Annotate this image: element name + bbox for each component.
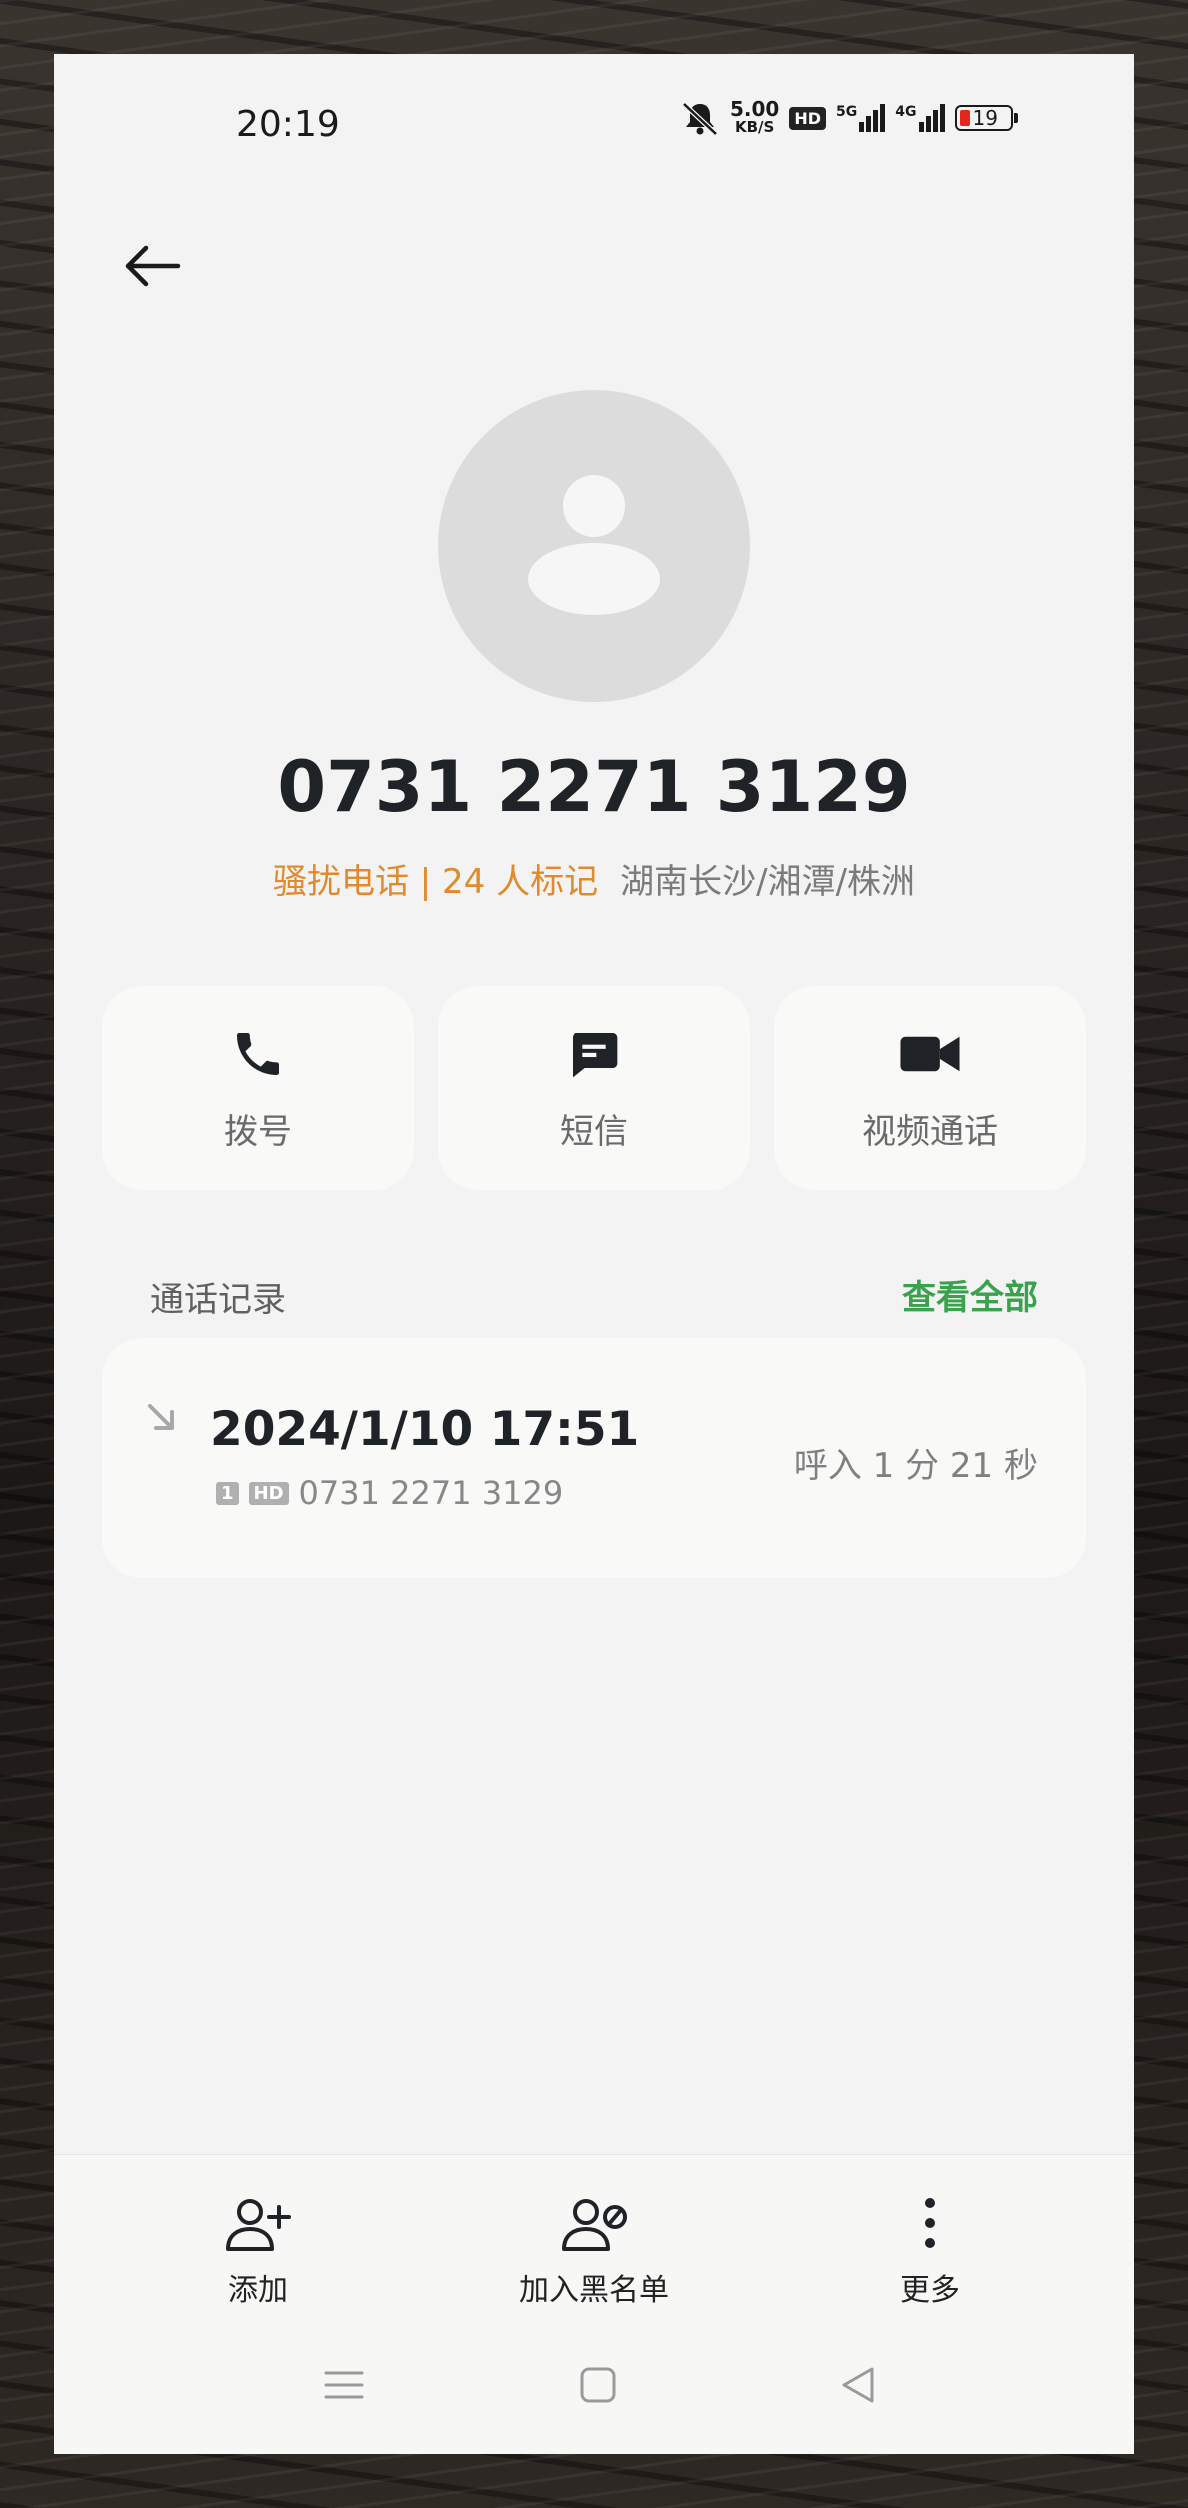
phone-icon [237,1032,279,1075]
call-log-entry[interactable]: 2024/1/10 17:51 1 HD 0731 2271 3129 呼入 1… [102,1338,1086,1578]
spam-label: 骚扰电话 | 24 人标记 [272,862,599,902]
add-contact-button[interactable]: 添加 [138,2195,378,2309]
mute-bell-icon [682,102,718,136]
call-datetime: 2024/1/10 17:51 [210,1402,640,1457]
blacklist-button[interactable]: 加入黑名单 [474,2195,714,2309]
action-row: 拨号 短信 视频通话 [102,986,1086,1190]
block-person-icon [562,2199,627,2251]
sim-card-icon: 1 [216,1481,239,1505]
call-log-title: 通话记录 [150,1280,286,1320]
incoming-call-icon [148,1404,174,1430]
hd-call-icon: HD [248,1481,289,1505]
call-sub-info: 1 HD 0731 2271 3129 [216,1474,563,1512]
home-nav-icon[interactable] [578,2365,618,2405]
back-arrow-icon [125,245,181,287]
status-time: 20:19 [236,104,340,145]
dial-button[interactable]: 拨号 [102,986,414,1190]
contact-tags: 骚扰电话 | 24 人标记 湖南长沙/湘潭/株洲 [54,854,1134,903]
video-call-button[interactable]: 视频通话 [774,986,1086,1190]
battery-icon: 19 [954,105,1018,131]
person-icon [528,475,660,615]
more-label: 更多 [900,2273,960,2308]
signal-4g-icon: 4G [895,104,945,132]
message-icon [573,1032,618,1077]
add-label: 添加 [228,2273,288,2308]
back-button[interactable] [120,234,184,298]
sms-button[interactable]: 短信 [438,986,750,1190]
avatar [438,390,750,702]
add-person-icon [226,2199,291,2251]
signal-5g-icon: 5G [836,104,886,132]
back-nav-icon[interactable] [838,2365,878,2405]
more-vertical-icon [925,2198,935,2248]
hd-badge-icon: HD [789,106,827,130]
network-speed: 5.00 KB/S [730,97,780,136]
more-button[interactable]: 更多 [810,2195,1050,2309]
blacklist-label: 加入黑名单 [519,2273,669,2308]
bottom-action-bar: 添加 加入黑名单 更多 [54,2154,1134,2454]
sms-label: 短信 [560,1111,628,1152]
contact-number: 0731 2271 3129 [277,746,911,828]
call-type-duration: 呼入 1 分 21 秒 [793,1446,1038,1486]
video-camera-icon [900,1036,960,1071]
region-label: 湖南长沙/湘潭/株洲 [620,862,916,902]
menu-nav-icon[interactable] [322,2365,366,2405]
dial-label: 拨号 [224,1111,292,1152]
phone-screen: 20:19 5.00 KB/S HD 5G 4G 19 0731 2271 31… [54,54,1134,2454]
status-icons: 5.00 KB/S HD 5G 4G 19 [680,97,1018,136]
call-number: 0731 2271 3129 [298,1474,564,1512]
view-all-link[interactable]: 查看全部 [902,1270,1038,1319]
video-call-label: 视频通话 [862,1111,998,1152]
